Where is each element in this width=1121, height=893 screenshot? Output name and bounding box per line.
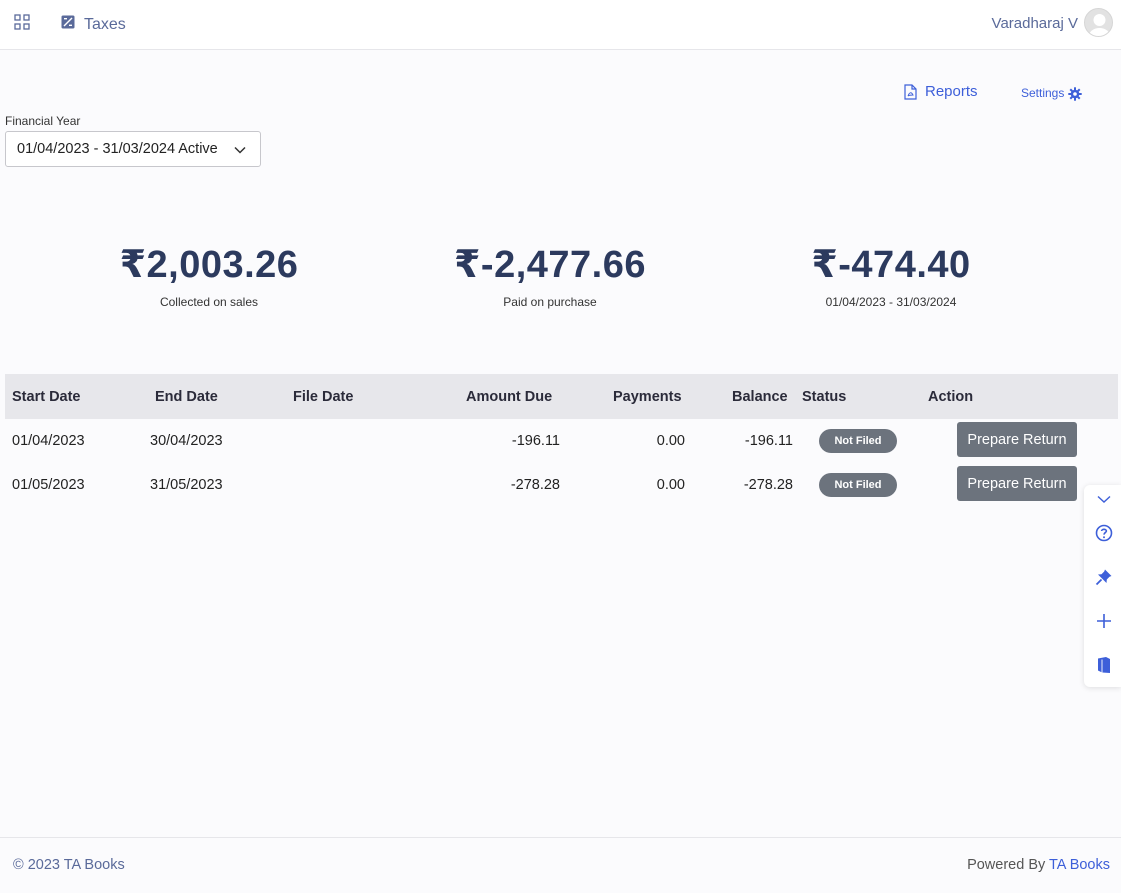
stat-caption: 01/04/2023 - 31/03/2024 [825, 295, 957, 309]
settings-label: Settings [1021, 85, 1065, 100]
payments-cell: 0.00 [656, 477, 685, 493]
table-row: 01/05/2023 31/05/2023 -278.28 0.00 -278.… [5, 463, 1118, 507]
collected-on-sales-stat: ₹2,003.26 Collected on sales [59, 242, 359, 309]
column-header[interactable]: File Date [293, 389, 353, 405]
amount-due-cell: -278.28 [510, 477, 560, 493]
powered-by-text: Powered By TA Books [967, 857, 1110, 873]
column-header[interactable]: Amount Due [466, 389, 552, 405]
payments-cell: 0.00 [656, 433, 685, 449]
amount-due-cell: -196.11 [511, 433, 560, 449]
side-tools-panel [1084, 485, 1121, 687]
user-name[interactable]: Varadharaj V [992, 15, 1078, 32]
reports-link[interactable]: Reports [904, 83, 978, 100]
column-header[interactable]: Status [802, 389, 846, 405]
help-icon[interactable] [1095, 524, 1113, 542]
book-icon[interactable] [1095, 656, 1113, 674]
net-balance-stat: ₹-474.40 01/04/2023 - 31/03/2024 [741, 242, 1041, 309]
stat-caption: Collected on sales [159, 295, 259, 309]
copyright-text: © 2023 TA Books [13, 857, 125, 873]
powered-by-label: Powered By [967, 857, 1050, 873]
end-date-cell: 30/04/2023 [150, 433, 223, 449]
table-row: 01/04/2023 30/04/2023 -196.11 0.00 -196.… [5, 419, 1118, 463]
module-title[interactable]: Taxes [84, 16, 126, 34]
column-header: Action [928, 389, 974, 405]
pin-icon[interactable] [1095, 568, 1113, 586]
column-header[interactable]: Start Date [12, 389, 81, 405]
stat-amount: ₹-2,477.66 [453, 244, 646, 286]
plus-icon[interactable] [1095, 612, 1113, 630]
paid-on-purchase-stat: ₹-2,477.66 Paid on purchase [400, 242, 700, 309]
prepare-return-button[interactable]: Prepare Return [957, 422, 1077, 457]
status-badge: Not Filed [819, 473, 897, 497]
footer: © 2023 TA Books Powered By TA Books [0, 837, 1121, 893]
financial-year-value: 01/04/2023 - 31/03/2024 Active [17, 141, 218, 157]
balance-cell: -278.28 [743, 477, 793, 493]
column-header[interactable]: Balance [732, 389, 788, 405]
taxes-icon [61, 15, 75, 29]
status-badge: Not Filed [819, 429, 897, 453]
start-date-cell: 01/04/2023 [12, 433, 85, 449]
tax-returns-table: Start Date End Date File Date Amount Due… [5, 374, 1118, 507]
user-avatar[interactable] [1084, 8, 1113, 37]
stat-amount: ₹2,003.26 [119, 244, 299, 286]
column-header[interactable]: Payments [613, 389, 682, 405]
prepare-return-button[interactable]: Prepare Return [957, 466, 1077, 501]
balance-cell: -196.11 [744, 433, 793, 449]
gear-icon [1068, 87, 1083, 101]
chevron-down-icon [234, 146, 246, 154]
user-silhouette-icon [1088, 14, 1111, 36]
grid-icon[interactable] [14, 14, 30, 30]
table-header: Start Date End Date File Date Amount Due… [5, 374, 1118, 419]
settings-link[interactable]: Settings [1021, 84, 1083, 101]
reports-label: Reports [925, 83, 978, 100]
end-date-cell: 31/05/2023 [150, 477, 223, 493]
stat-amount: ₹-474.40 [811, 244, 971, 286]
column-header[interactable]: End Date [155, 389, 218, 405]
financial-year-select[interactable]: 01/04/2023 - 31/03/2024 Active [5, 131, 261, 167]
stat-caption: Paid on purchase [503, 295, 597, 309]
pdf-file-icon [904, 83, 917, 100]
brand-link[interactable]: TA Books [1049, 857, 1110, 873]
financial-year-label: Financial Year [5, 114, 81, 128]
chevron-down-icon[interactable] [1095, 490, 1113, 508]
start-date-cell: 01/05/2023 [12, 477, 85, 493]
top-bar: Taxes Varadharaj V [0, 0, 1121, 50]
